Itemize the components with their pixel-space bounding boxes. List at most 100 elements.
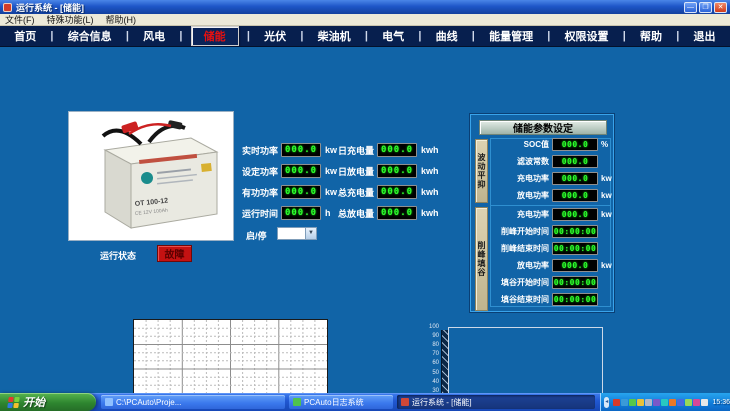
metric-label: 运行时间 xyxy=(240,207,278,220)
close-button[interactable]: ✕ xyxy=(714,2,727,13)
window-title: 运行系统 - [储能] xyxy=(16,1,682,14)
tray-icon[interactable] xyxy=(629,399,636,406)
battery-illustration: OT 100-12 CE 12V 100Ah xyxy=(69,112,233,240)
setting-row: 填谷结束时间 00:00:00 xyxy=(491,293,601,306)
nav-separator: | xyxy=(547,30,550,42)
metric-unit: kwh xyxy=(421,145,439,155)
setting-value[interactable]: 000.0 xyxy=(552,189,598,202)
tray-icon[interactable] xyxy=(677,399,684,406)
setting-unit: kw xyxy=(601,210,612,219)
task-icon xyxy=(293,398,301,406)
task-icon xyxy=(401,398,409,406)
tray-icon[interactable] xyxy=(653,399,660,406)
nav-storage-active[interactable]: 储能 xyxy=(191,26,239,46)
minimize-button[interactable]: — xyxy=(684,2,697,13)
start-button[interactable]: 开始 xyxy=(0,393,96,411)
tab-fluctuation-smoothing[interactable]: 波动平抑 xyxy=(475,139,488,203)
setting-value[interactable]: 000.0 xyxy=(552,259,598,272)
setting-value[interactable]: 000.0 xyxy=(552,172,598,185)
metric-row: 运行时间 000.0 h xyxy=(240,206,331,220)
setting-value[interactable]: 00:00:00 xyxy=(552,293,598,306)
setting-value[interactable]: 00:00:00 xyxy=(552,276,598,289)
setting-row: 放电功率 000.0 kw xyxy=(491,189,612,202)
setting-value[interactable]: 00:00:00 xyxy=(552,242,598,255)
tray-icon[interactable] xyxy=(621,399,628,406)
setting-row: 填谷开始时间 00:00:00 xyxy=(491,276,601,289)
settings-panel: 储能参数设定 波动平抑 削峰填谷 SOC值 000.0 % 滤波常数 000.0… xyxy=(470,114,614,312)
nav-separator: | xyxy=(50,30,53,42)
tray-icon[interactable] xyxy=(637,399,644,406)
led-display: 000.0 xyxy=(377,185,417,199)
metric-label: 有功功率 xyxy=(240,186,278,199)
setting-value[interactable]: 000.0 xyxy=(552,208,598,221)
metric-row: 有功功率 000.0 kw xyxy=(240,185,337,199)
metric-row: 实时功率 000.0 kw xyxy=(240,143,337,157)
run-status-indicator: 故障 xyxy=(157,245,192,262)
setting-unit: kw xyxy=(601,261,612,270)
chevron-down-icon[interactable]: ▼ xyxy=(305,228,316,239)
nav-wind[interactable]: 风电 xyxy=(137,27,171,45)
setting-value[interactable]: 000.0 xyxy=(552,138,598,151)
metric-row: 总放电量 000.0 kwh xyxy=(336,206,439,220)
setting-label: 填谷开始时间 xyxy=(491,277,549,288)
y-tick-label: 60 xyxy=(424,360,439,366)
tray-icon[interactable] xyxy=(685,399,692,406)
maximize-button[interactable]: ❐ xyxy=(699,2,712,13)
setting-value[interactable]: 00:00:00 xyxy=(552,225,598,238)
tray-icon[interactable] xyxy=(693,399,700,406)
setting-unit: % xyxy=(601,140,608,149)
start-stop-select[interactable]: ▼ xyxy=(277,227,317,240)
tray-icon[interactable] xyxy=(701,399,708,406)
nav-permissions[interactable]: 权限设置 xyxy=(559,27,615,45)
metric-row: 日放电量 000.0 kwh xyxy=(336,164,439,178)
setting-value[interactable]: 000.0 xyxy=(552,155,598,168)
y-tick-label: 70 xyxy=(424,351,439,357)
setting-label: 放电功率 xyxy=(491,260,549,271)
setting-row: 削峰结束时间 00:00:00 xyxy=(491,242,601,255)
main-content: OT 100-12 CE 12V 100Ah 运行状态 故障 实时功率 000.… xyxy=(0,47,730,388)
nav-energy-mgmt[interactable]: 能量管理 xyxy=(483,27,539,45)
nav-diesel[interactable]: 柴油机 xyxy=(312,27,357,45)
title-bar: 运行系统 - [储能] — ❐ ✕ xyxy=(0,0,730,14)
setting-row: 滤波常数 000.0 xyxy=(491,155,601,168)
nav-exit[interactable]: 退出 xyxy=(688,27,722,45)
tray-icon[interactable] xyxy=(669,399,676,406)
taskbar-button-label: 运行系统 - [储能] xyxy=(412,397,472,408)
menu-file[interactable]: 文件(F) xyxy=(5,13,35,26)
taskbar-button-run-system[interactable]: 运行系统 - [储能] xyxy=(397,395,595,409)
menu-help[interactable]: 帮助(H) xyxy=(106,13,137,26)
metric-row: 设定功率 000.0 kw xyxy=(240,164,337,178)
metric-label: 日放电量 xyxy=(336,165,374,178)
group-divider xyxy=(490,205,611,206)
nav-overview[interactable]: 综合信息 xyxy=(62,27,118,45)
start-stop-label: 启/停 xyxy=(246,229,267,242)
taskbar-button-explorer[interactable]: C:\PCAuto\Proje... xyxy=(101,395,285,409)
nav-bar: 首页| 综合信息| 风电| 储能| 光伏| 柴油机| 电气| 曲线| 能量管理|… xyxy=(0,26,730,47)
metric-label: 总充电量 xyxy=(336,186,374,199)
menu-special-functions[interactable]: 特殊功能(L) xyxy=(47,13,94,26)
tray-icon[interactable] xyxy=(613,399,620,406)
nav-home[interactable]: 首页 xyxy=(8,27,42,45)
y-tick-label: 100 xyxy=(424,324,439,330)
tab-peak-shaving[interactable]: 削峰填谷 xyxy=(475,207,488,311)
setting-label: 削峰结束时间 xyxy=(491,243,549,254)
setting-row: 削峰开始时间 00:00:00 xyxy=(491,225,601,238)
taskbar-button-log-system[interactable]: PCAuto日志系统 xyxy=(289,395,393,409)
application-window: 运行系统 - [储能] — ❐ ✕ 文件(F) 特殊功能(L) 帮助(H) 首页… xyxy=(0,0,730,411)
setting-unit: kw xyxy=(601,174,612,183)
setting-row: SOC值 000.0 % xyxy=(491,138,608,151)
nav-curves[interactable]: 曲线 xyxy=(430,27,464,45)
nav-help[interactable]: 帮助 xyxy=(634,27,668,45)
led-display: 000.0 xyxy=(281,143,321,157)
metric-label: 总放电量 xyxy=(336,207,374,220)
tray-chevron-icon[interactable]: ◂ xyxy=(604,397,609,408)
setting-label: 充电功率 xyxy=(491,209,549,220)
nav-pv[interactable]: 光伏 xyxy=(258,27,292,45)
metric-unit: kwh xyxy=(421,208,439,218)
nav-electrical[interactable]: 电气 xyxy=(376,27,410,45)
app-icon xyxy=(3,3,12,12)
tray-icon[interactable] xyxy=(645,399,652,406)
metric-unit: kwh xyxy=(421,187,439,197)
tray-icon[interactable] xyxy=(661,399,668,406)
nav-separator: | xyxy=(418,30,421,42)
